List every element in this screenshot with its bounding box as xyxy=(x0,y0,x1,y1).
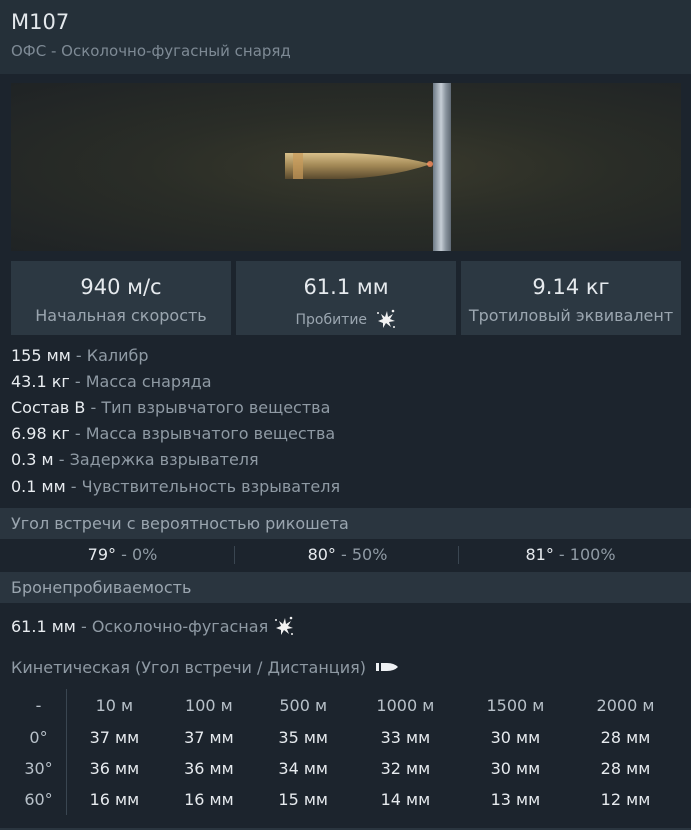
section-title: Бронепробиваемость xyxy=(11,578,192,597)
stat-value: 940 м/с xyxy=(80,275,162,299)
table-row-header: 60° xyxy=(11,784,67,815)
stat-tnt-equivalent: 9.14 кг Тротиловый эквивалент xyxy=(461,261,681,335)
property-caliber: 155 мм - Калибр xyxy=(11,346,149,365)
property-label: - Чувствительность взрывателя xyxy=(70,477,341,496)
table-cell: 16 мм xyxy=(89,790,140,809)
table-row: 0° 37 мм 37 мм 35 мм 33 мм 30 мм 28 мм xyxy=(11,722,681,753)
ricochet-item: 80° - 50% xyxy=(235,545,460,564)
table-header-cell: 500 м xyxy=(279,696,328,715)
property-value: 155 мм xyxy=(11,346,71,365)
property-value: 0.1 мм xyxy=(11,477,66,496)
table-cell: 33 мм xyxy=(380,728,431,747)
property-label: - Тип взрывчатого вещества xyxy=(90,398,331,417)
table-header-cell: 1000 м xyxy=(376,696,435,715)
ricochet-prob: - 100% xyxy=(558,545,616,564)
table-cell: 32 мм xyxy=(380,759,431,778)
armor-plate xyxy=(433,83,451,251)
table-cell: 16 мм xyxy=(184,790,234,809)
table-cell: 14 мм xyxy=(380,790,431,809)
stat-label-wrap: Пробитие xyxy=(236,308,456,330)
table-cell: 15 мм xyxy=(278,790,328,809)
kinetic-title: Кинетическая (Угол встречи / Дистанция) xyxy=(11,658,366,677)
table-cell: 36 мм xyxy=(89,759,140,778)
stat-label: Пробитие xyxy=(295,312,368,328)
explosion-icon xyxy=(275,616,294,635)
ricochet-angle: 79° xyxy=(87,545,116,564)
ricochet-prob: - 0% xyxy=(121,545,158,564)
property-label: - Масса снаряда xyxy=(74,372,212,391)
ricochet-prob: - 50% xyxy=(341,545,388,564)
table-row-header: 0° xyxy=(11,722,67,753)
table-row: 30° 36 мм 36 мм 34 мм 32 мм 30 мм 28 мм xyxy=(11,753,681,784)
ricochet-angle: 80° xyxy=(307,545,336,564)
stat-penetration: 61.1 мм Пробитие xyxy=(236,261,456,335)
property-value: 6.98 кг xyxy=(11,424,70,443)
property-label: - Калибр xyxy=(75,346,149,365)
explosion-icon xyxy=(376,309,395,328)
table-cell: 35 мм xyxy=(278,728,328,747)
table-cell: 37 мм xyxy=(89,728,140,747)
property-shell-mass: 43.1 кг - Масса снаряда xyxy=(11,372,212,391)
shell-icon xyxy=(285,153,433,179)
table-row-header: 30° xyxy=(11,753,67,784)
table-header-cell: 100 м xyxy=(185,696,233,715)
property-value: 0.3 м xyxy=(11,450,54,469)
stat-value: 61.1 мм xyxy=(303,275,389,299)
property-fuse-delay: 0.3 м - Задержка взрывателя xyxy=(11,450,259,469)
property-value: 43.1 кг xyxy=(11,372,70,391)
kinetic-penetration-table: - 10 м 100 м 500 м 1000 м 1500 м 2000 м … xyxy=(11,689,681,815)
ricochet-angle: 81° xyxy=(525,545,554,564)
stat-label: Начальная скорость xyxy=(35,306,207,325)
he-penetration-label: - Осколочно-фугасная xyxy=(80,617,269,636)
ricochet-item: 79° - 0% xyxy=(10,545,235,564)
table-cell: 12 мм xyxy=(600,790,651,809)
table-cell: 30 мм xyxy=(490,728,541,747)
ricochet-section-header: Угол встречи с вероятностью рикошета xyxy=(0,508,691,539)
he-penetration-value: 61.1 мм xyxy=(11,617,76,636)
stat-label: Тротиловый эквивалент xyxy=(468,306,674,325)
header: M107 ОФС - Осколочно-фугасный снаряд xyxy=(0,0,691,74)
shell-icon xyxy=(376,663,399,671)
table-header-row: - 10 м 100 м 500 м 1000 м 1500 м 2000 м xyxy=(11,689,681,722)
table-cell: 30 мм xyxy=(490,759,541,778)
table-header-cell: - xyxy=(11,689,67,722)
shell-subtitle: ОФС - Осколочно-фугасный снаряд xyxy=(11,42,291,60)
property-fuse-sensitivity: 0.1 мм - Чувствительность взрывателя xyxy=(11,477,340,496)
stat-value: 9.14 кг xyxy=(532,275,610,299)
property-explosive-mass: 6.98 кг - Масса взрывчатого вещества xyxy=(11,424,335,443)
table-cell: 34 мм xyxy=(278,759,328,778)
property-label: - Масса взрывчатого вещества xyxy=(74,424,336,443)
shell-preview-image xyxy=(11,83,681,251)
table-cell: 37 мм xyxy=(184,728,234,747)
table-cell: 36 мм xyxy=(184,759,234,778)
penetration-section-header: Бронепробиваемость xyxy=(0,572,691,603)
he-penetration-row: 61.1 мм - Осколочно-фугасная xyxy=(11,615,295,637)
table-header-cell: 2000 м xyxy=(596,696,655,715)
table-header-cell: 10 м xyxy=(95,696,134,715)
property-value: Состав B xyxy=(11,398,86,417)
kinetic-title-row: Кинетическая (Угол встречи / Дистанция) xyxy=(11,658,399,677)
table-cell: 28 мм xyxy=(600,728,651,747)
table-cell: 13 мм xyxy=(490,790,541,809)
table-cell: 28 мм xyxy=(600,759,651,778)
table-header-cell: 1500 м xyxy=(486,696,545,715)
stat-muzzle-velocity: 940 м/с Начальная скорость xyxy=(11,261,231,335)
shell-title: M107 xyxy=(11,10,70,34)
section-title: Угол встречи с вероятностью рикошета xyxy=(11,514,349,533)
property-explosive-type: Состав B - Тип взрывчатого вещества xyxy=(11,398,330,417)
table-row: 60° 16 мм 16 мм 15 мм 14 мм 13 мм 12 мм xyxy=(11,784,681,815)
property-label: - Задержка взрывателя xyxy=(58,450,259,469)
ricochet-item: 81° - 100% xyxy=(458,545,683,564)
